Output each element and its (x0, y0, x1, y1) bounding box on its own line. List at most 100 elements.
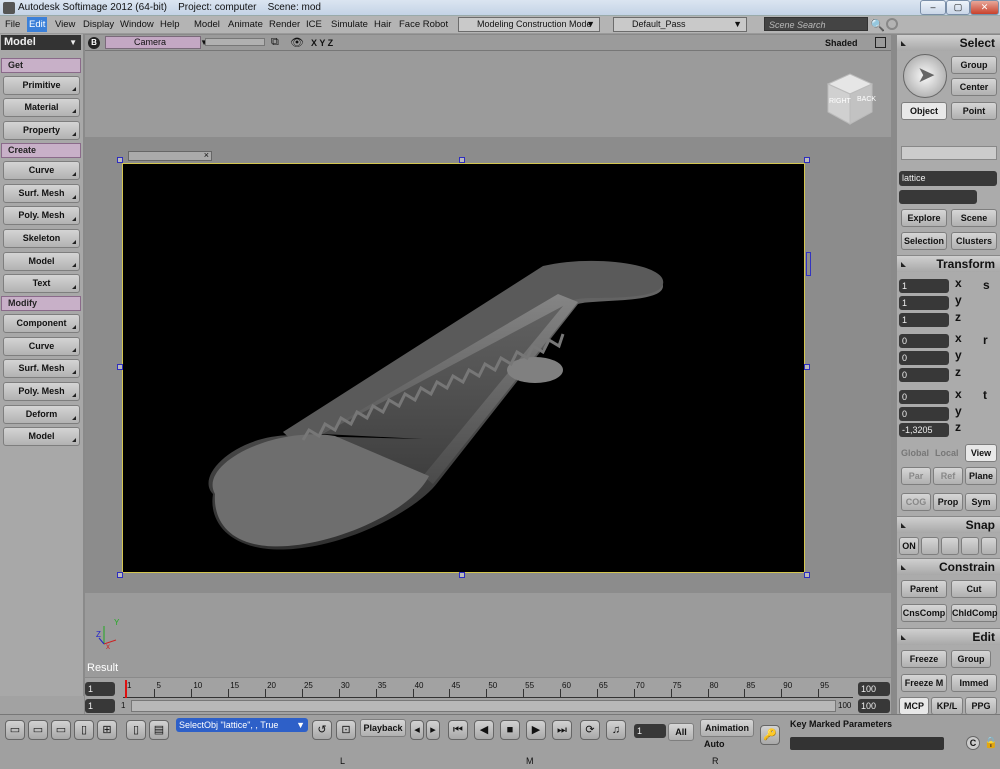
close-button[interactable]: ✕ (970, 0, 999, 15)
scale-y-field[interactable]: 1 (899, 296, 949, 310)
module-dropdown[interactable]: Model ▼ (1, 35, 81, 50)
point-select-button[interactable]: Point (951, 102, 997, 120)
cog-button[interactable]: COG (901, 493, 931, 511)
menu-window[interactable]: Window (120, 19, 154, 30)
minimize-button[interactable]: – (920, 0, 946, 15)
rotate-x-label[interactable]: x (955, 331, 962, 345)
deform-button[interactable]: Deform (3, 405, 80, 424)
timeline[interactable]: 1 1 1 5 10 15 20 25 30 35 40 45 50 55 60 65 70 75 80 85 90… (85, 678, 891, 714)
menu-simulate[interactable]: Simulate (331, 19, 368, 30)
scale-x-field[interactable]: 1 (899, 279, 949, 293)
transform-header[interactable]: Transform (897, 255, 1000, 272)
auto-key-button[interactable]: Auto (704, 739, 725, 749)
global-button[interactable]: Global (901, 448, 929, 458)
loop-icon[interactable]: ⟳ (580, 720, 600, 740)
layout-icon[interactable]: ▭ (28, 720, 48, 740)
property-button[interactable]: Property (3, 121, 80, 140)
last-frame-icon[interactable]: ⏭ (552, 720, 572, 740)
menu-file[interactable]: File (5, 19, 20, 30)
section-modify[interactable]: Modify (1, 296, 81, 311)
rotate-x-field[interactable]: 0 (899, 334, 949, 348)
timeline-current-field[interactable]: 1 (85, 699, 115, 713)
sym-button[interactable]: Sym (965, 493, 997, 511)
selection-handle[interactable] (459, 572, 465, 578)
render-pass-dropdown[interactable]: Default_Pass ▼ (613, 17, 747, 32)
layout-icon[interactable]: ▤ (149, 720, 169, 740)
center-select-button[interactable]: Center (951, 78, 997, 96)
parent-button[interactable]: Parent (901, 580, 947, 598)
tab-ppg[interactable]: PPG (965, 697, 997, 715)
playback-options-icon[interactable]: ⊡ (336, 720, 356, 740)
timeline-end2-field[interactable]: 100 (858, 699, 890, 713)
view-cube[interactable]: RIGHT BACK (824, 70, 876, 126)
create-curve-button[interactable]: Curve (3, 161, 80, 180)
menu-ice[interactable]: ICE (306, 19, 322, 30)
section-get[interactable]: Get (1, 58, 81, 73)
plane-button[interactable]: Plane (965, 467, 997, 485)
timeline-end-field[interactable]: 100 (858, 682, 890, 696)
scene-button[interactable]: Scene (951, 209, 997, 227)
region-side-handle[interactable] (806, 252, 811, 276)
par-button[interactable]: Par (901, 467, 931, 485)
modify-curve-button[interactable]: Curve (3, 337, 80, 356)
axis-toggles[interactable]: X Y Z (311, 38, 333, 48)
first-frame-icon[interactable]: ⏮ (448, 720, 468, 740)
menu-model[interactable]: Model (194, 19, 220, 30)
edit-group-button[interactable]: Group (951, 650, 991, 668)
select-header[interactable]: Select (897, 34, 1000, 51)
prop-button[interactable]: Prop (933, 493, 963, 511)
freeze-button[interactable]: Freeze (901, 650, 947, 668)
snap-surface-icon[interactable] (961, 537, 979, 555)
explore-button[interactable]: Explore (901, 209, 947, 227)
material-button[interactable]: Material (3, 98, 80, 117)
text-button[interactable]: Text (3, 274, 80, 293)
cnscomp-button[interactable]: CnsComp (901, 604, 947, 622)
marked-parameters-field[interactable] (790, 737, 944, 750)
lock-icon[interactable]: 🔒 (984, 736, 998, 749)
translate-y-field[interactable]: 0 (899, 407, 949, 421)
layout-icon[interactable]: ▭ (51, 720, 71, 740)
selection-handle[interactable] (117, 157, 123, 163)
skeleton-button[interactable]: Skeleton (3, 229, 80, 248)
section-create[interactable]: Create (1, 143, 81, 158)
layout-icon[interactable]: ▭ (5, 720, 25, 740)
snap-on-button[interactable]: ON (899, 537, 919, 555)
rotate-mode-button[interactable]: r (983, 333, 988, 347)
cut-button[interactable]: Cut (951, 580, 997, 598)
filter-dropdown[interactable] (901, 146, 997, 160)
tab-kpl[interactable]: KP/L (931, 697, 963, 715)
maximize-button[interactable]: ▢ (946, 0, 970, 15)
select-arrow-button[interactable]: ➤ (903, 54, 947, 98)
layout-icon[interactable]: ▯ (74, 720, 94, 740)
translate-y-label[interactable]: y (955, 404, 962, 418)
menu-edit[interactable]: Edit (27, 17, 48, 32)
render-region[interactable] (122, 163, 805, 573)
camera-dropdown[interactable]: Camera▼ (105, 36, 208, 49)
selection-button[interactable]: Selection (901, 232, 947, 250)
region-toolbar[interactable]: × (128, 150, 212, 161)
animation-menu[interactable]: Animation (700, 719, 754, 737)
scale-y-label[interactable]: y (955, 293, 962, 307)
create-model-button[interactable]: Model (3, 252, 80, 271)
scene-search-input[interactable]: Scene Search (764, 17, 868, 31)
close-icon[interactable]: × (204, 150, 209, 160)
translate-mode-button[interactable]: t (983, 388, 987, 402)
viewport-letter-badge[interactable]: B (88, 37, 100, 49)
playback-menu[interactable]: Playback (360, 719, 406, 737)
maximize-viewport-icon[interactable] (875, 37, 886, 48)
view-presets[interactable] (205, 38, 265, 46)
menu-render[interactable]: Render (269, 19, 300, 30)
scale-x-label[interactable]: x (955, 276, 962, 290)
constrain-header[interactable]: Constrain (897, 558, 1000, 575)
camera-icon[interactable]: ⧉ (271, 36, 279, 49)
eye-icon[interactable]: 👁 (290, 36, 304, 49)
rotate-y-field[interactable]: 0 (899, 351, 949, 365)
play-forward-icon[interactable]: ▶ (526, 720, 546, 740)
rotate-z-label[interactable]: z (955, 365, 961, 379)
selection-handle[interactable] (804, 572, 810, 578)
clusters-button[interactable]: Clusters (951, 232, 997, 250)
menu-view[interactable]: View (55, 19, 75, 30)
search-icon[interactable]: 🔍 (870, 18, 885, 32)
freeze-m-button[interactable]: Freeze M (901, 674, 947, 692)
modify-surf-mesh-button[interactable]: Surf. Mesh (3, 359, 80, 378)
